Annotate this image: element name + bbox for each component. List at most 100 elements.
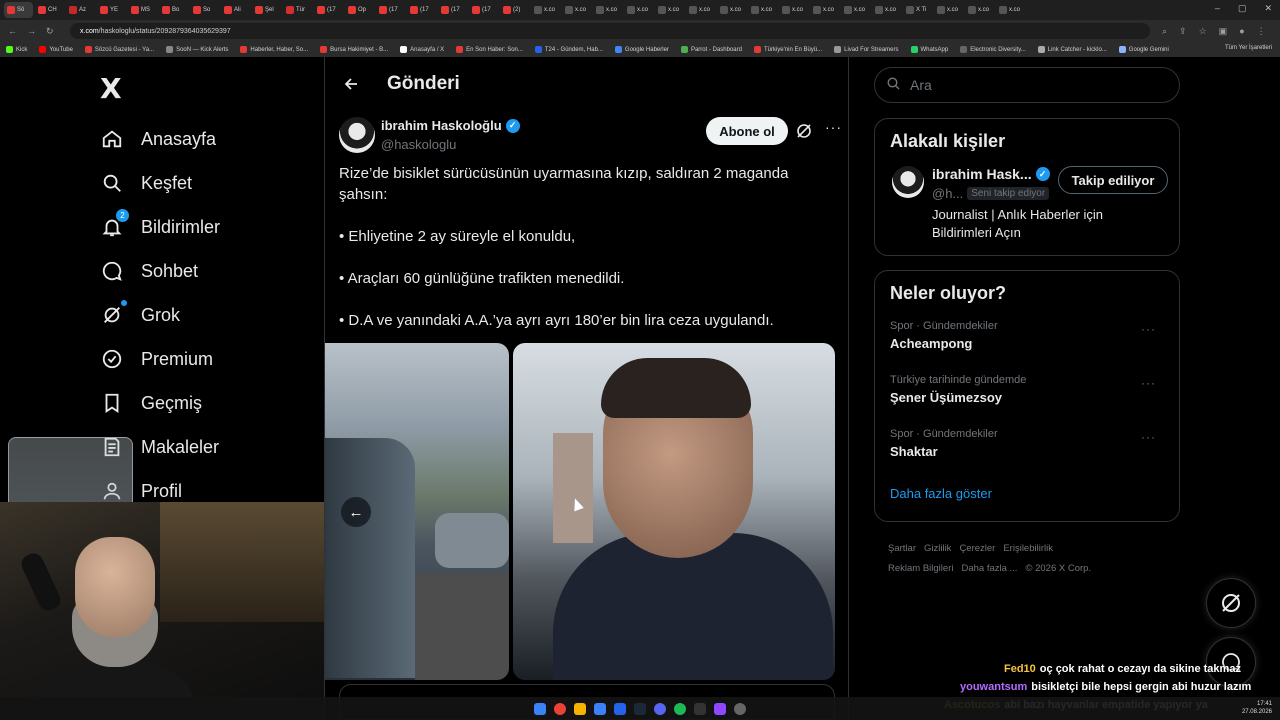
bookmark-item[interactable]: Google Gemini bbox=[1118, 46, 1169, 53]
maximize-icon[interactable]: ▢ bbox=[1238, 3, 1247, 14]
browser-tab[interactable]: YE bbox=[97, 2, 126, 18]
bookmark-item[interactable]: SooN — Kick Alerts bbox=[166, 46, 228, 53]
sidebar-item-anasayfa[interactable]: Anasayfa bbox=[100, 117, 220, 161]
bookmark-item[interactable]: Türkiye'nin En Büyü... bbox=[753, 46, 822, 53]
trend-item[interactable]: Türkiye tarihinde gündemde Şener Üşümezso… bbox=[890, 374, 1164, 428]
browser-tab[interactable]: x.co bbox=[779, 2, 808, 18]
share-icon[interactable]: ⇪ bbox=[1179, 26, 1187, 37]
footer-link[interactable]: Şartlar bbox=[888, 543, 916, 554]
browser-tab[interactable]: x.co bbox=[810, 2, 839, 18]
browser-tab[interactable]: (2) bbox=[500, 2, 529, 18]
browser-tab[interactable]: x.co bbox=[686, 2, 715, 18]
browser-tab[interactable]: Ali bbox=[221, 2, 250, 18]
bookmark-item[interactable]: Google Haberler bbox=[614, 46, 669, 53]
browser-menu-icon[interactable]: ⋮ bbox=[1257, 26, 1266, 37]
search-input[interactable]: Ara bbox=[874, 67, 1180, 103]
bookmark-item[interactable]: Bursa Hakimiyet - B... bbox=[320, 46, 388, 53]
bookmark-item[interactable]: Haberler, Haber, So... bbox=[240, 46, 308, 53]
person-name[interactable]: ibrahim Hask... ✓ bbox=[932, 166, 1050, 182]
browser-tab[interactable]: x.co bbox=[531, 2, 560, 18]
browser-forward-icon[interactable]: → bbox=[27, 26, 36, 37]
grok-icon[interactable] bbox=[795, 122, 813, 140]
bookmark-item[interactable]: Electronic Diversity... bbox=[960, 46, 1026, 53]
epic-games-icon[interactable] bbox=[694, 702, 706, 715]
all-bookmarks[interactable]: Tüm Yer İşaretleri bbox=[1225, 45, 1272, 51]
x-logo-icon[interactable]: X bbox=[100, 72, 122, 105]
browser-tab[interactable]: x.co bbox=[934, 2, 963, 18]
sidebar-item-sohbet[interactable]: Sohbet bbox=[100, 249, 220, 293]
browser-tab[interactable]: (17 bbox=[469, 2, 498, 18]
steam-icon[interactable] bbox=[634, 702, 646, 715]
obs-icon[interactable] bbox=[614, 702, 626, 715]
footer-link[interactable]: © 2026 X Corp. bbox=[1025, 563, 1091, 574]
browser-tab[interactable]: X Ti bbox=[903, 2, 932, 18]
bookmark-item[interactable]: Link Catcher - kicklo... bbox=[1037, 46, 1107, 53]
browser-tab[interactable]: MS bbox=[128, 2, 157, 18]
profile-avatar-icon[interactable]: ● bbox=[1239, 26, 1244, 37]
author-handle[interactable]: @haskologlu bbox=[381, 137, 456, 152]
browser-tab[interactable]: x.co bbox=[562, 2, 591, 18]
bookmark-item[interactable]: YouTube bbox=[39, 46, 73, 53]
trend-item[interactable]: Spor · Gündemdekiler Acheampong ··· bbox=[890, 320, 1164, 374]
browser-tab[interactable]: x.co bbox=[996, 2, 1025, 18]
extensions-icon[interactable]: ▣ bbox=[1219, 26, 1228, 37]
discord-icon[interactable] bbox=[654, 702, 666, 715]
back-arrow-icon[interactable] bbox=[341, 74, 361, 94]
sidebar-item-grok[interactable]: Grok bbox=[100, 293, 220, 337]
browser-tab[interactable]: x.co bbox=[717, 2, 746, 18]
bookmark-item[interactable]: Parrot - Dashboard bbox=[680, 46, 742, 53]
sidebar-item-premium[interactable]: Premium bbox=[100, 337, 220, 381]
browser-tab[interactable]: (17 bbox=[376, 2, 405, 18]
browser-tab[interactable]: x.co bbox=[624, 2, 653, 18]
bookmark-item[interactable]: Anasayfa / X bbox=[400, 46, 444, 53]
show-more-link[interactable]: Daha fazla göster bbox=[890, 486, 1164, 501]
spotify-icon[interactable] bbox=[674, 702, 686, 715]
footer-link[interactable]: Reklam Bilgileri bbox=[888, 563, 953, 574]
browser-back-icon[interactable]: ← bbox=[8, 26, 17, 37]
more-options-icon[interactable]: ··· bbox=[1141, 322, 1156, 336]
trend-item[interactable]: Spor · Gündemdekiler Shaktar ··· bbox=[890, 428, 1164, 482]
browser-tab[interactable]: (17 bbox=[407, 2, 436, 18]
chrome-icon[interactable] bbox=[554, 702, 566, 715]
browser-tab[interactable]: (17 bbox=[438, 2, 467, 18]
media-image-2[interactable] bbox=[513, 343, 835, 680]
windows-start-icon[interactable] bbox=[534, 702, 546, 715]
browser-tab[interactable]: x.co bbox=[872, 2, 901, 18]
footer-link[interactable]: Daha fazla ... bbox=[961, 563, 1017, 574]
star-icon[interactable]: ☆ bbox=[1199, 26, 1207, 37]
bookmark-item[interactable]: WhatsApp bbox=[910, 46, 948, 53]
footer-link[interactable]: Gizlilik bbox=[924, 543, 951, 554]
browser-tab[interactable]: Az bbox=[66, 2, 95, 18]
browser-tab[interactable]: x.co bbox=[655, 2, 684, 18]
url-field[interactable]: x.com/haskologlu/status/2092879364035629… bbox=[70, 23, 1150, 39]
following-button[interactable]: Takip ediliyor bbox=[1058, 166, 1168, 194]
avatar[interactable] bbox=[339, 117, 375, 153]
sidebar-item-keşfet[interactable]: Keşfet bbox=[100, 161, 220, 205]
browser-tab[interactable]: Tür bbox=[283, 2, 312, 18]
browser-tab[interactable]: Şel bbox=[252, 2, 281, 18]
browser-tab[interactable]: x.co bbox=[593, 2, 622, 18]
app-icon[interactable] bbox=[594, 702, 606, 715]
bookmark-item[interactable]: T24 - Gündem, Hab... bbox=[534, 46, 603, 53]
more-options-icon[interactable]: ··· bbox=[1141, 376, 1156, 390]
author-name[interactable]: ibrahim Haskoloğlu ✓ bbox=[381, 118, 520, 133]
zoom-icon[interactable]: ⌕ bbox=[1162, 26, 1167, 37]
browser-tab[interactable]: x.co bbox=[965, 2, 994, 18]
browser-tab[interactable]: (17 bbox=[314, 2, 343, 18]
avatar[interactable] bbox=[892, 166, 924, 198]
system-clock[interactable]: 17:41 27.08.2026 bbox=[1242, 700, 1272, 716]
file-explorer-icon[interactable] bbox=[574, 702, 586, 715]
browser-tab[interactable]: So bbox=[190, 2, 219, 18]
twitch-icon[interactable] bbox=[714, 702, 726, 715]
related-person[interactable]: ibrahim Hask... ✓ @h... Seni takip ediyor … bbox=[890, 166, 1168, 242]
browser-tab[interactable]: Sö bbox=[4, 2, 33, 18]
close-window-icon[interactable]: ✕ bbox=[1264, 3, 1272, 14]
footer-link[interactable]: Erişilebilirlik bbox=[1003, 543, 1053, 554]
bookmark-item[interactable]: Kick bbox=[6, 46, 27, 53]
bookmark-item[interactable]: Sözcü Gazetesi - Ya... bbox=[84, 46, 154, 53]
bookmark-item[interactable]: Livad For Streamers bbox=[834, 46, 899, 53]
bookmark-item[interactable]: En Son Haber: Son... bbox=[456, 46, 523, 53]
browser-tab[interactable]: x.co bbox=[748, 2, 777, 18]
browser-tab[interactable]: CH bbox=[35, 2, 64, 18]
sidebar-item-geçmiş[interactable]: Geçmiş bbox=[100, 381, 220, 425]
